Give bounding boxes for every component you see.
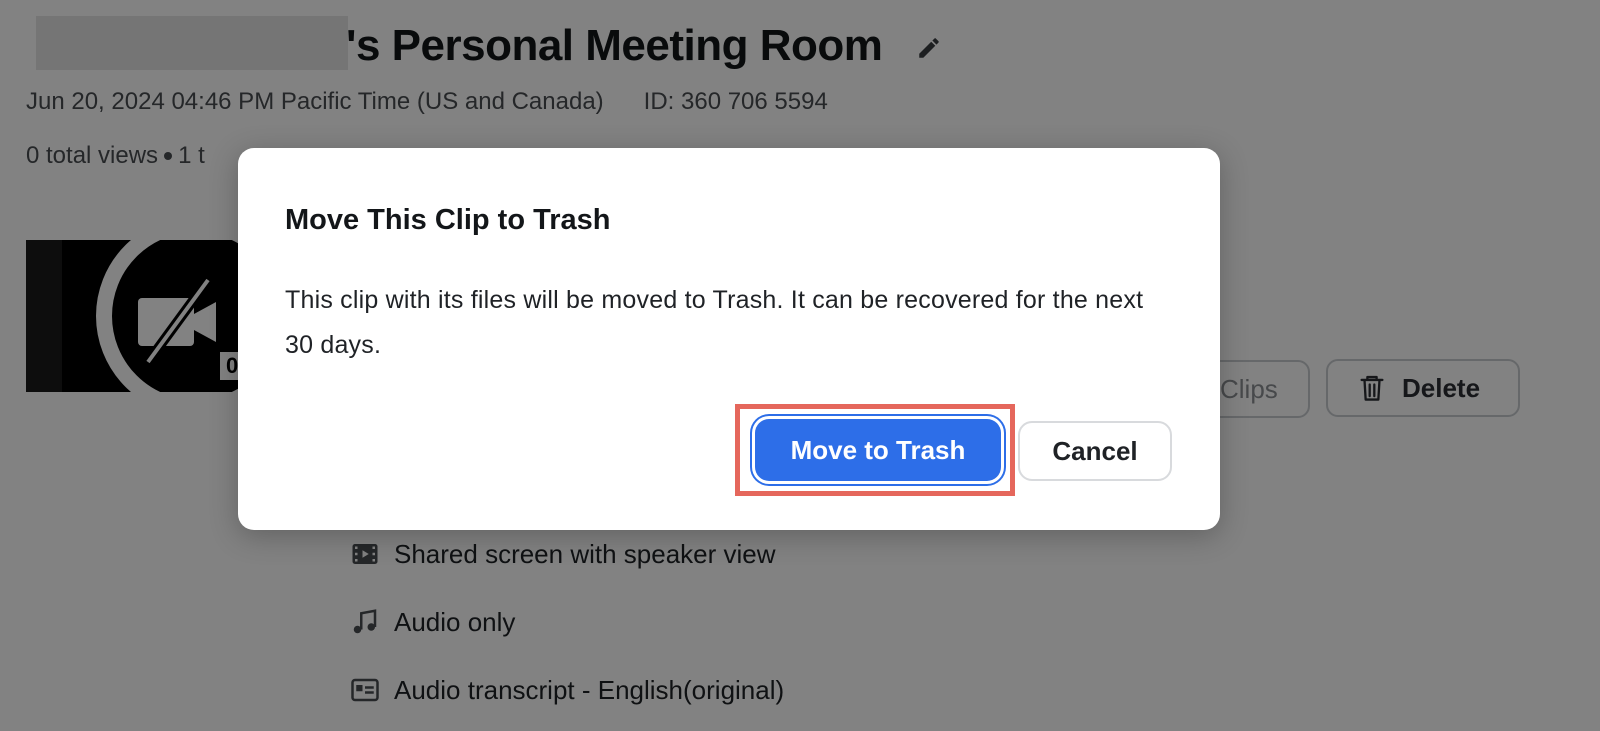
dialog-message: This clip with its files will be moved t…: [285, 286, 1144, 359]
dialog-title: Move This Clip to Trash: [285, 204, 611, 236]
move-to-trash-dialog: Move This Clip to Trash This clip with i…: [238, 148, 1220, 530]
move-to-trash-button[interactable]: Move to Trash: [755, 419, 1001, 481]
cancel-button[interactable]: Cancel: [1018, 421, 1172, 481]
